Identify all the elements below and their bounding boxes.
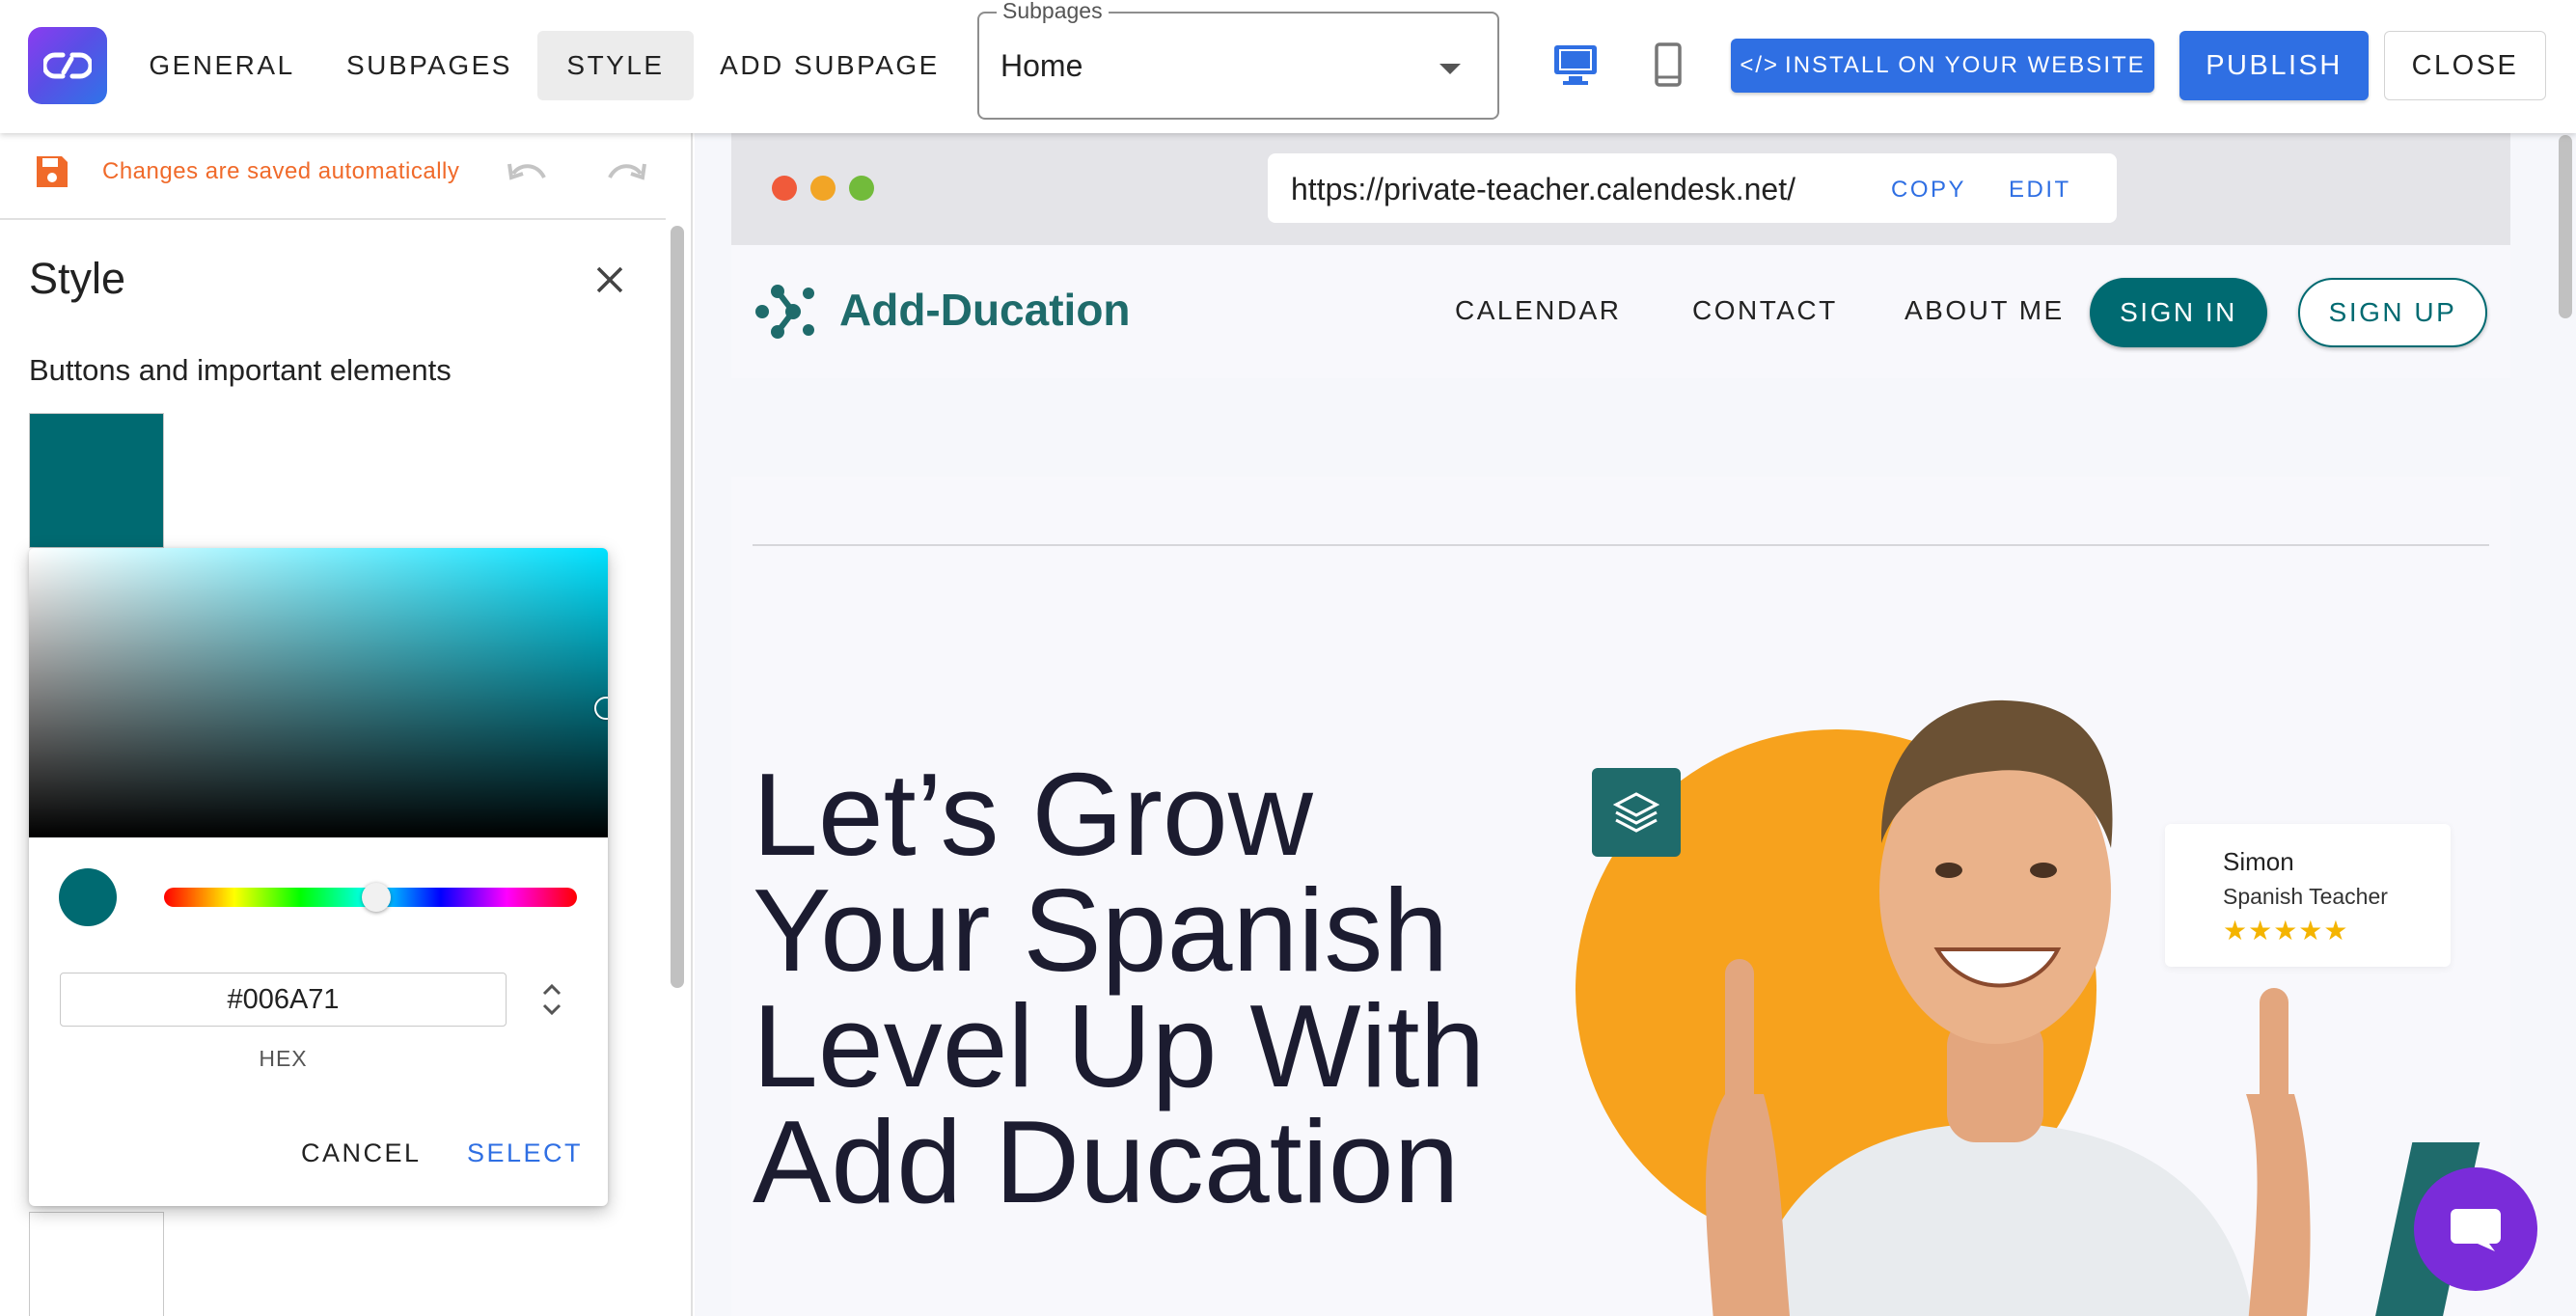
hex-input[interactable]: #006A71 [60,973,507,1027]
tab-general[interactable]: GENERAL [135,31,309,100]
hero-title: Let’s Grow Your Spanish Level Up With Ad… [753,749,1486,1227]
sign-up-button[interactable]: SIGN UP [2298,278,2487,347]
saturation-canvas[interactable] [29,548,608,837]
top-bar: GENERAL SUBPAGES STYLE ADD SUBPAGE Subpa… [0,0,2576,133]
teacher-illustration [1706,699,2311,1316]
code-icon: </> [1740,52,1780,78]
nav-about-me[interactable]: ABOUT ME [1905,295,2065,326]
mobile-icon[interactable] [1638,35,1698,95]
link-icon-glyph [43,52,92,79]
teacher-name: Simon [2223,847,2294,876]
star-rating: ★★★★★ [2223,916,2349,946]
hue-slider-handle[interactable] [362,883,391,912]
chevron-down-icon [1439,64,1461,74]
hex-label: HEX [259,1046,308,1071]
color-swatch-buttons[interactable] [29,413,164,548]
divider [753,544,2489,546]
publish-button[interactable]: PUBLISH [2179,31,2369,100]
undo-icon[interactable] [506,154,550,189]
brand-name[interactable]: Add-Ducation [839,284,1131,336]
sign-in-button[interactable]: SIGN IN [2090,278,2267,347]
teacher-role: Spanish Teacher [2223,884,2388,909]
section-label-buttons: Buttons and important elements [29,353,452,387]
chat-icon [2451,1209,2501,1251]
install-on-website-button[interactable]: </> INSTALL ON YOUR WEBSITE [1731,39,2154,93]
desktop-icon-glyph [1554,45,1597,85]
close-button[interactable]: CLOSE [2384,31,2546,100]
autosave-text: Changes are saved automatically [102,158,460,184]
site-preview: https://private-teacher.calendesk.net/ C… [695,133,2576,1316]
link-icon[interactable] [28,27,107,104]
site-url: https://private-teacher.calendesk.net/ [1291,172,1795,206]
nav-calendar[interactable]: CALENDAR [1455,295,1621,326]
chat-button[interactable] [2414,1167,2537,1291]
tab-style[interactable]: STYLE [537,31,694,100]
tab-add-subpage[interactable]: ADD SUBPAGE [714,31,945,100]
cancel-button[interactable]: CANCEL [301,1138,422,1168]
edit-url-button[interactable]: EDIT [2009,177,2071,204]
window-minimize-dot [810,176,836,201]
redo-icon[interactable] [604,154,648,189]
copy-url-button[interactable]: COPY [1891,177,1966,204]
hero-section: Let’s Grow Your Spanish Level Up With Ad… [731,477,2510,1316]
close-icon[interactable] [590,260,629,299]
panel-title: Style [29,254,126,303]
hero-image: Simon Spanish Teacher ★★★★★ [1522,641,2487,1316]
subpages-select[interactable]: Subpages Home [977,0,1499,120]
window-maximize-dot [849,176,874,201]
select-button[interactable]: SELECT [467,1138,583,1168]
teacher-card: Simon Spanish Teacher ★★★★★ [2165,824,2451,967]
subpages-value: Home [1000,48,1083,83]
tab-subpages[interactable]: SUBPAGES [338,31,521,100]
layers-icon [1592,768,1681,857]
panel-scrollbar[interactable] [671,226,684,988]
install-label: INSTALL ON YOUR WEBSITE [1785,52,2146,78]
color-picker-dialog: #006A71 HEX CANCEL SELECT [29,548,608,1206]
url-box: https://private-teacher.calendesk.net/ C… [1268,153,2117,223]
color-preview [59,868,117,926]
desktop-icon[interactable] [1546,35,1605,95]
browser-bar: https://private-teacher.calendesk.net/ C… [731,133,2510,245]
nav-contact[interactable]: CONTACT [1692,295,1838,326]
mobile-icon-glyph [1655,42,1682,87]
autosave-row: Changes are saved automatically [0,133,666,220]
brand-logo-icon[interactable] [753,280,820,343]
layers-icon-glyph [1612,792,1660,833]
subpages-label: Subpages [997,0,1109,24]
color-swatch-next[interactable] [29,1212,164,1316]
format-toggle-icon[interactable] [538,978,565,1021]
site-header: Add-Ducation CALENDAR CONTACT ABOUT ME S… [731,245,2510,378]
save-icon [37,156,68,187]
preview-scrollbar[interactable] [2559,135,2572,318]
window-close-dot [772,176,797,201]
